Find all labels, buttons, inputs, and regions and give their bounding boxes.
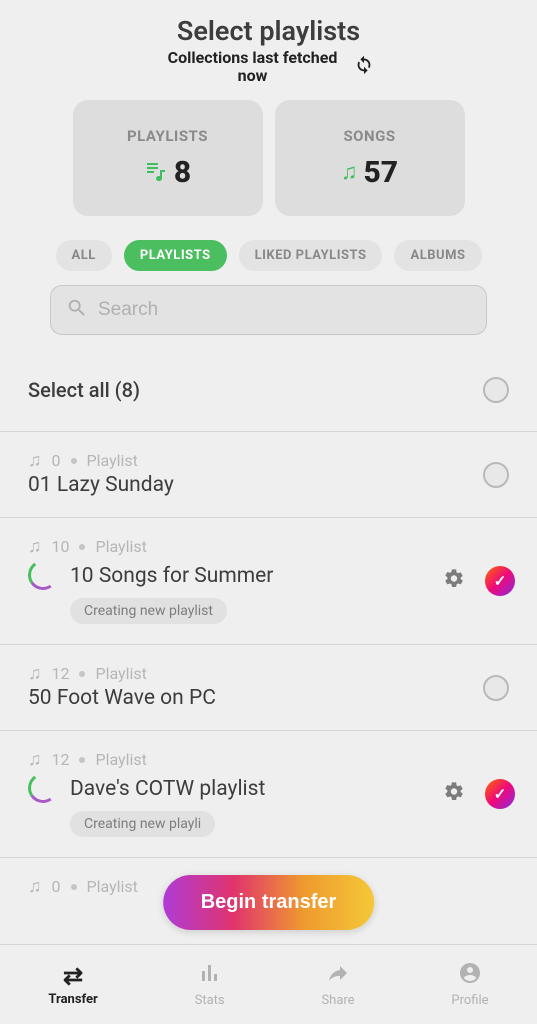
song-count: 10 (52, 537, 70, 556)
music-note-icon: ♫ (28, 663, 42, 684)
item-type: Playlist (95, 750, 146, 769)
playlist-title: Dave's COTW playlist (70, 777, 265, 801)
profile-icon (458, 961, 482, 991)
tab-label: Share (321, 993, 354, 1008)
filter-all[interactable]: ALL (56, 240, 112, 271)
stats-icon (198, 961, 222, 991)
gear-icon[interactable] (443, 568, 465, 595)
playlist-list: Select all (8) ♫ 0 Playlist 01 Lazy Sund… (0, 377, 537, 917)
search-input[interactable] (98, 299, 471, 321)
share-icon (326, 961, 350, 991)
playlist-title: 01 Lazy Sunday (28, 473, 509, 497)
item-type: Playlist (95, 537, 146, 556)
tab-profile[interactable]: Profile (451, 961, 488, 1008)
separator-dot (79, 544, 85, 550)
songs-stat-card: SONGS ♫ 57 (275, 100, 465, 216)
list-item[interactable]: ♫ 12 Playlist 50 Foot Wave on PC (0, 645, 537, 731)
loading-spinner-icon (26, 558, 61, 593)
separator-dot (71, 458, 77, 464)
stats-row: PLAYLISTS 8 SONGS ♫ 57 (0, 100, 537, 216)
playlists-stat-card: PLAYLISTS 8 (73, 100, 263, 216)
selected-check-icon[interactable]: ✓ (485, 566, 515, 596)
loading-spinner-icon (26, 771, 61, 806)
tab-transfer[interactable]: ⇄ Transfer (48, 962, 97, 1007)
separator-dot (71, 884, 77, 890)
music-note-icon: ♫ (28, 876, 42, 897)
tab-bar: ⇄ Transfer Stats Share Profile (0, 944, 537, 1024)
filter-liked[interactable]: LIKED PLAYLISTS (239, 240, 383, 271)
search-field[interactable] (50, 285, 487, 335)
item-type: Playlist (87, 877, 138, 896)
music-note-icon: ♫ (28, 536, 42, 557)
select-radio[interactable] (483, 675, 509, 701)
playlists-count: 8 (174, 155, 191, 190)
filter-row: ALL PLAYLISTS LIKED PLAYLISTS ALBUMS (0, 240, 537, 271)
item-type: Playlist (87, 451, 138, 470)
list-item[interactable]: ♫ 10 Playlist 10 Songs for Summer Creati… (0, 518, 537, 645)
select-radio[interactable] (483, 462, 509, 488)
select-all-label: Select all (8) (28, 378, 140, 402)
refresh-icon[interactable] (353, 53, 375, 80)
song-count: 0 (52, 451, 61, 470)
separator-dot (79, 671, 85, 677)
song-count: 12 (52, 750, 70, 769)
playlist-title: 50 Foot Wave on PC (28, 686, 509, 710)
select-all-radio[interactable] (483, 377, 509, 403)
transfer-icon: ⇄ (63, 962, 83, 990)
list-item[interactable]: ♫ 0 Playlist 01 Lazy Sunday (0, 432, 537, 518)
playlist-title: 10 Songs for Summer (70, 564, 273, 588)
tab-label: Transfer (48, 992, 97, 1007)
filter-playlists[interactable]: PLAYLISTS (124, 240, 227, 271)
tab-label: Profile (451, 993, 488, 1008)
song-count: 12 (52, 664, 70, 683)
fetch-status: Collections last fetched now (163, 49, 343, 84)
selected-check-icon[interactable]: ✓ (485, 779, 515, 809)
playlists-stat-label: PLAYLISTS (127, 127, 208, 145)
status-badge: Creating new playlist (70, 598, 227, 624)
tab-share[interactable]: Share (321, 961, 354, 1008)
songs-stat-label: SONGS (343, 127, 395, 145)
search-icon (66, 297, 88, 323)
tab-stats[interactable]: Stats (195, 961, 225, 1008)
item-type: Playlist (95, 664, 146, 683)
page-title: Select playlists (0, 15, 537, 47)
gear-icon[interactable] (443, 781, 465, 808)
status-badge: Creating new playli (70, 811, 215, 837)
list-item[interactable]: ♫ 12 Playlist Dave's COTW playlist Creat… (0, 731, 537, 858)
music-note-icon: ♫ (28, 749, 42, 770)
song-count: 0 (52, 877, 61, 896)
playlist-icon (144, 157, 168, 187)
music-note-icon: ♫ (28, 450, 42, 471)
subtitle-row: Collections last fetched now (0, 49, 537, 84)
tab-label: Stats (195, 993, 225, 1008)
filter-albums[interactable]: ALBUMS (394, 240, 481, 271)
begin-transfer-button[interactable]: Begin transfer (163, 875, 375, 930)
music-note-icon: ♫ (341, 159, 358, 185)
separator-dot (79, 757, 85, 763)
header: Select playlists Collections last fetche… (0, 0, 537, 84)
songs-count: 57 (363, 155, 398, 190)
select-all-row[interactable]: Select all (8) (0, 377, 537, 432)
